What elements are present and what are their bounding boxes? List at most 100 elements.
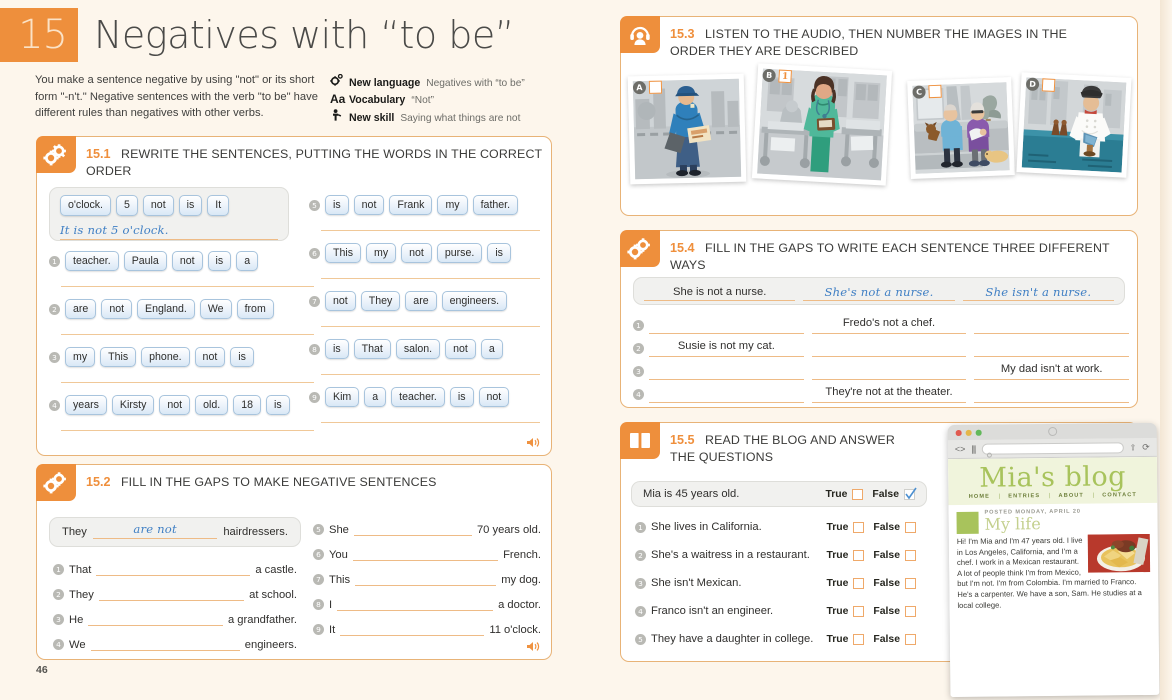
gap-fill[interactable] bbox=[88, 613, 223, 626]
word-tile[interactable]: not bbox=[325, 291, 356, 312]
word-tile[interactable]: This bbox=[100, 347, 136, 368]
photo-card-a[interactable]: A bbox=[628, 74, 747, 185]
word-tile[interactable]: is bbox=[179, 195, 203, 216]
row-col-3[interactable] bbox=[974, 386, 1129, 403]
code-view-icon[interactable]: <> bbox=[955, 444, 966, 454]
gap-fill[interactable] bbox=[340, 623, 484, 636]
row-col-2[interactable] bbox=[812, 340, 967, 357]
word-tile[interactable]: Paula bbox=[124, 251, 167, 272]
answer-line[interactable] bbox=[61, 334, 314, 335]
word-tile[interactable]: is bbox=[266, 395, 290, 416]
word-tile[interactable]: my bbox=[437, 195, 467, 216]
true-checkbox[interactable] bbox=[852, 489, 863, 500]
word-tile[interactable]: from bbox=[237, 299, 274, 320]
word-tile[interactable]: my bbox=[366, 243, 396, 264]
true-checkbox[interactable] bbox=[853, 522, 864, 533]
word-tile[interactable]: a bbox=[236, 251, 258, 272]
photo-card-d[interactable]: D bbox=[1016, 72, 1131, 178]
photo-number-box[interactable] bbox=[1042, 78, 1056, 92]
answer-line[interactable] bbox=[321, 326, 540, 327]
word-tile[interactable]: is bbox=[450, 387, 474, 408]
word-tile[interactable]: They bbox=[361, 291, 401, 312]
word-tile[interactable]: are bbox=[405, 291, 436, 312]
answer-line[interactable] bbox=[321, 230, 540, 231]
sidebar-icon[interactable]: ||| bbox=[971, 444, 975, 454]
word-tile[interactable]: is bbox=[230, 347, 254, 368]
gap-fill[interactable] bbox=[99, 588, 244, 601]
nav-item-about[interactable]: ABOUT bbox=[1059, 493, 1096, 499]
word-tile[interactable]: not bbox=[172, 251, 203, 272]
row-col-3[interactable]: My dad isn't at work. bbox=[974, 363, 1129, 380]
photo-card-c[interactable]: C bbox=[907, 77, 1015, 179]
word-tile[interactable]: not bbox=[354, 195, 385, 216]
word-tile[interactable]: a bbox=[364, 387, 386, 408]
row-col-2[interactable]: They're not at the theater. bbox=[812, 386, 967, 403]
row-col-3[interactable] bbox=[974, 340, 1129, 357]
answer-line[interactable] bbox=[61, 286, 314, 287]
word-tile[interactable]: It bbox=[207, 195, 229, 216]
true-checkbox[interactable] bbox=[853, 606, 864, 617]
nav-item-entries[interactable]: ENTRIES bbox=[1008, 493, 1051, 499]
photo-number-box[interactable]: 1 bbox=[778, 70, 792, 84]
nav-item-contact[interactable]: CONTACT bbox=[1102, 492, 1137, 498]
minimize-button[interactable] bbox=[966, 430, 972, 436]
answer-line[interactable] bbox=[321, 422, 540, 423]
word-tile[interactable]: not bbox=[401, 243, 432, 264]
row-col-1[interactable]: Susie is not my cat. bbox=[649, 340, 804, 357]
word-tile[interactable]: is bbox=[487, 243, 511, 264]
word-tile[interactable]: teacher. bbox=[65, 251, 119, 272]
word-tile[interactable]: Kim bbox=[325, 387, 359, 408]
maximize-button[interactable] bbox=[976, 430, 982, 436]
gap-fill[interactable] bbox=[354, 523, 472, 536]
word-tile[interactable]: a bbox=[481, 339, 503, 360]
false-checkbox[interactable] bbox=[905, 578, 916, 589]
speaker-icon[interactable] bbox=[526, 436, 541, 449]
gap-fill[interactable] bbox=[337, 598, 493, 611]
close-button[interactable] bbox=[956, 430, 962, 436]
word-tile[interactable]: teacher. bbox=[391, 387, 445, 408]
word-tile[interactable]: purse. bbox=[437, 243, 482, 264]
photo-number-box[interactable] bbox=[649, 81, 662, 94]
word-tile[interactable]: This bbox=[325, 243, 361, 264]
gap-fill[interactable] bbox=[96, 563, 250, 576]
false-checkbox[interactable] bbox=[905, 522, 916, 533]
gap-fill[interactable]: are not bbox=[93, 526, 217, 539]
gap-fill[interactable] bbox=[91, 638, 240, 651]
word-tile[interactable]: 18 bbox=[233, 395, 261, 416]
word-tile[interactable]: not bbox=[195, 347, 226, 368]
speaker-icon[interactable] bbox=[526, 640, 541, 653]
address-bar[interactable] bbox=[981, 442, 1123, 454]
word-tile[interactable]: my bbox=[65, 347, 95, 368]
word-tile[interactable]: Kirsty bbox=[112, 395, 154, 416]
word-tile[interactable]: old. bbox=[195, 395, 228, 416]
word-tile[interactable]: is bbox=[208, 251, 232, 272]
word-tile[interactable]: engineers. bbox=[442, 291, 507, 312]
false-checkbox[interactable] bbox=[905, 550, 916, 561]
photo-number-box[interactable] bbox=[928, 85, 941, 98]
row-col-1[interactable] bbox=[649, 386, 804, 403]
word-tile[interactable]: England. bbox=[137, 299, 195, 320]
share-icon[interactable]: ⇧ bbox=[1130, 443, 1137, 452]
row-col-3[interactable] bbox=[974, 317, 1129, 334]
answer-line[interactable] bbox=[61, 430, 314, 431]
true-checkbox[interactable] bbox=[853, 634, 864, 645]
word-tile[interactable]: That bbox=[354, 339, 391, 360]
word-tile[interactable]: salon. bbox=[396, 339, 440, 360]
word-tile[interactable]: father. bbox=[473, 195, 518, 216]
row-col-2[interactable] bbox=[812, 363, 967, 380]
nav-item-home[interactable]: HOME bbox=[969, 494, 1002, 500]
reload-icon[interactable]: ⟳ bbox=[1142, 441, 1150, 452]
false-checkbox[interactable] bbox=[905, 634, 916, 645]
photo-card-b[interactable]: B 1 bbox=[752, 63, 892, 185]
word-tile[interactable]: is bbox=[325, 195, 349, 216]
word-tile[interactable]: not bbox=[159, 395, 190, 416]
word-tile[interactable]: Frank bbox=[389, 195, 432, 216]
word-tile[interactable]: o'clock. bbox=[60, 195, 111, 216]
answer-line[interactable] bbox=[321, 374, 540, 375]
word-tile[interactable]: years bbox=[65, 395, 107, 416]
word-tile[interactable]: is bbox=[325, 339, 349, 360]
gap-fill[interactable] bbox=[355, 573, 496, 586]
true-checkbox[interactable] bbox=[853, 578, 864, 589]
word-tile[interactable]: We bbox=[200, 299, 232, 320]
word-tile[interactable]: are bbox=[65, 299, 96, 320]
